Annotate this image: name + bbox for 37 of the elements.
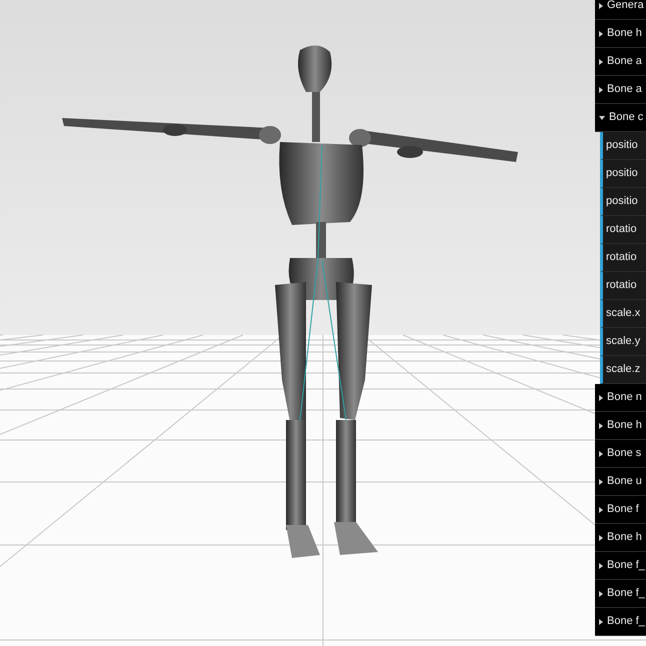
folder-row[interactable]: Bone n bbox=[595, 384, 646, 412]
controller-row[interactable]: scale.y bbox=[600, 328, 646, 356]
folder-row[interactable]: Bone f_ bbox=[595, 552, 646, 580]
folder-row[interactable]: Genera bbox=[595, 0, 646, 20]
folder-label: Bone a bbox=[607, 54, 642, 70]
controller-row[interactable]: positio bbox=[600, 160, 646, 188]
folder-label: Bone u bbox=[607, 474, 642, 490]
folder-row[interactable]: Bone f_ bbox=[595, 608, 646, 636]
folder-row[interactable]: Bone f_ bbox=[595, 580, 646, 608]
controller-row[interactable]: scale.z bbox=[600, 356, 646, 384]
folder-label: Bone f_ bbox=[607, 586, 645, 602]
controller-row[interactable]: rotatio bbox=[600, 244, 646, 272]
folder-row[interactable]: Bone u bbox=[595, 468, 646, 496]
folder-row[interactable]: Bone h bbox=[595, 524, 646, 552]
controller-row[interactable]: scale.x bbox=[600, 300, 646, 328]
folder-label: Bone n bbox=[607, 390, 642, 406]
folder-label: Bone h bbox=[607, 26, 642, 42]
controller-row[interactable]: positio bbox=[600, 132, 646, 160]
folder-row[interactable]: Bone a bbox=[595, 76, 646, 104]
folder-label: Bone f_ bbox=[607, 558, 645, 574]
folder-row[interactable]: Bone h bbox=[595, 20, 646, 48]
folder-label: Bone s bbox=[607, 446, 642, 462]
controller-row[interactable]: rotatio bbox=[600, 216, 646, 244]
folder-label: Bone a bbox=[607, 82, 642, 98]
folder-label: Bone f_ bbox=[607, 614, 645, 630]
folder-row[interactable]: Bone s bbox=[595, 440, 646, 468]
folder-label: Bone c bbox=[609, 110, 644, 126]
folder-label: Bone h bbox=[607, 530, 642, 546]
controller-row[interactable]: positio bbox=[600, 188, 646, 216]
controller-row[interactable]: rotatio bbox=[600, 272, 646, 300]
folder-row[interactable]: Bone h bbox=[595, 412, 646, 440]
folder-row[interactable]: Bone a bbox=[595, 48, 646, 76]
folder-row[interactable]: Bone f bbox=[595, 496, 646, 524]
folder-row[interactable]: Bone c bbox=[595, 104, 646, 132]
folder-label: Bone h bbox=[607, 418, 642, 434]
folder-label: Bone f bbox=[607, 502, 639, 518]
folder-label: Genera bbox=[607, 0, 644, 14]
